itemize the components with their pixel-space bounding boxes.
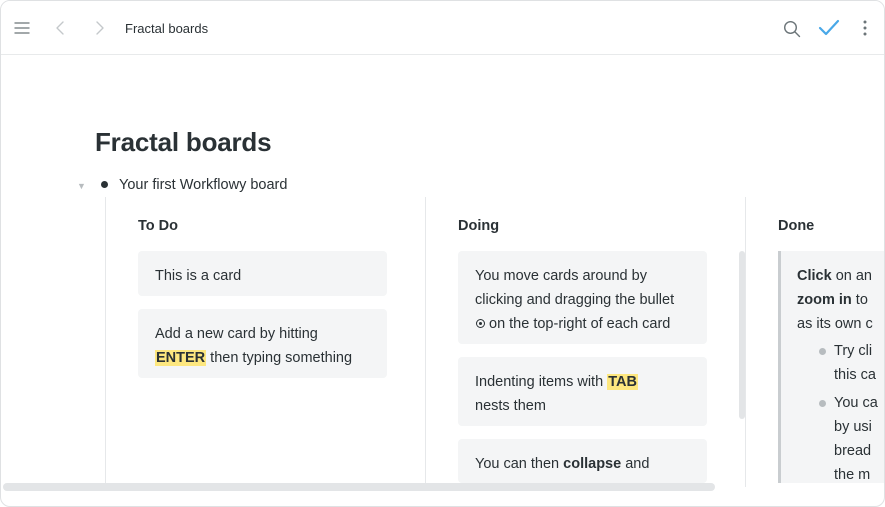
key-highlight: ENTER <box>155 350 207 366</box>
page-title[interactable]: Fractal boards <box>95 127 272 158</box>
card-text: This is a card <box>155 268 242 284</box>
check-icon[interactable] <box>816 15 842 41</box>
card-text: clicking and dragging the bullet <box>475 292 675 308</box>
more-vertical-icon[interactable] <box>855 17 875 39</box>
card[interactable]: This is a card <box>138 251 387 296</box>
vertical-scrollbar[interactable] <box>739 251 745 419</box>
board-title[interactable]: Your first Workflowy board <box>119 177 287 193</box>
key-highlight: TAB <box>607 374 638 390</box>
card[interactable]: Add a new card by hitting ENTER then typ… <box>138 309 387 378</box>
card[interactable]: Click on an zoom in to as its own c Try … <box>778 251 884 483</box>
top-bar: Fractal boards <box>1 1 884 55</box>
sub-item-text: Try cli this ca <box>834 343 876 383</box>
chevron-left-icon[interactable] <box>49 17 71 39</box>
card-text: You move cards around by <box>475 268 647 284</box>
card-text-line: ENTER then typing something <box>155 350 353 366</box>
app-window: Fractal boards Fractal boards ▼ Your fir… <box>0 0 885 507</box>
bullet-handle-icon <box>476 319 485 328</box>
column-divider <box>105 197 106 487</box>
card-text-line: You can then collapse and <box>475 456 650 472</box>
card-text: Click on an zoom in to as its own c <box>797 268 873 332</box>
column-title-doing[interactable]: Doing <box>458 218 499 234</box>
collapse-toggle-icon[interactable]: ▼ <box>77 181 86 191</box>
breadcrumb[interactable]: Fractal boards <box>125 21 208 36</box>
card-text-line: Indenting items with TAB <box>475 374 638 390</box>
card[interactable]: Indenting items with TAB nests them <box>458 357 707 426</box>
card-text: nests them <box>475 398 546 414</box>
sub-item-bullet[interactable] <box>819 348 826 355</box>
sub-item-bullet[interactable] <box>819 400 826 407</box>
sub-item-text: You ca by usi bread the m <box>834 395 878 483</box>
column-title-todo[interactable]: To Do <box>138 218 178 234</box>
chevron-right-icon[interactable] <box>89 17 111 39</box>
search-icon[interactable] <box>781 18 803 40</box>
card-text-line: on the top-right of each card <box>475 312 691 336</box>
menu-icon[interactable] <box>11 17 33 39</box>
column-divider <box>745 197 746 487</box>
card-text: Add a new card by hitting <box>155 326 318 342</box>
horizontal-scrollbar[interactable] <box>3 483 715 491</box>
column-divider <box>425 197 426 487</box>
column-title-done[interactable]: Done <box>778 218 814 234</box>
card[interactable]: You move cards around by clicking and dr… <box>458 251 707 344</box>
board-bullet[interactable] <box>101 181 108 188</box>
card[interactable]: You can then collapse and <box>458 439 707 483</box>
